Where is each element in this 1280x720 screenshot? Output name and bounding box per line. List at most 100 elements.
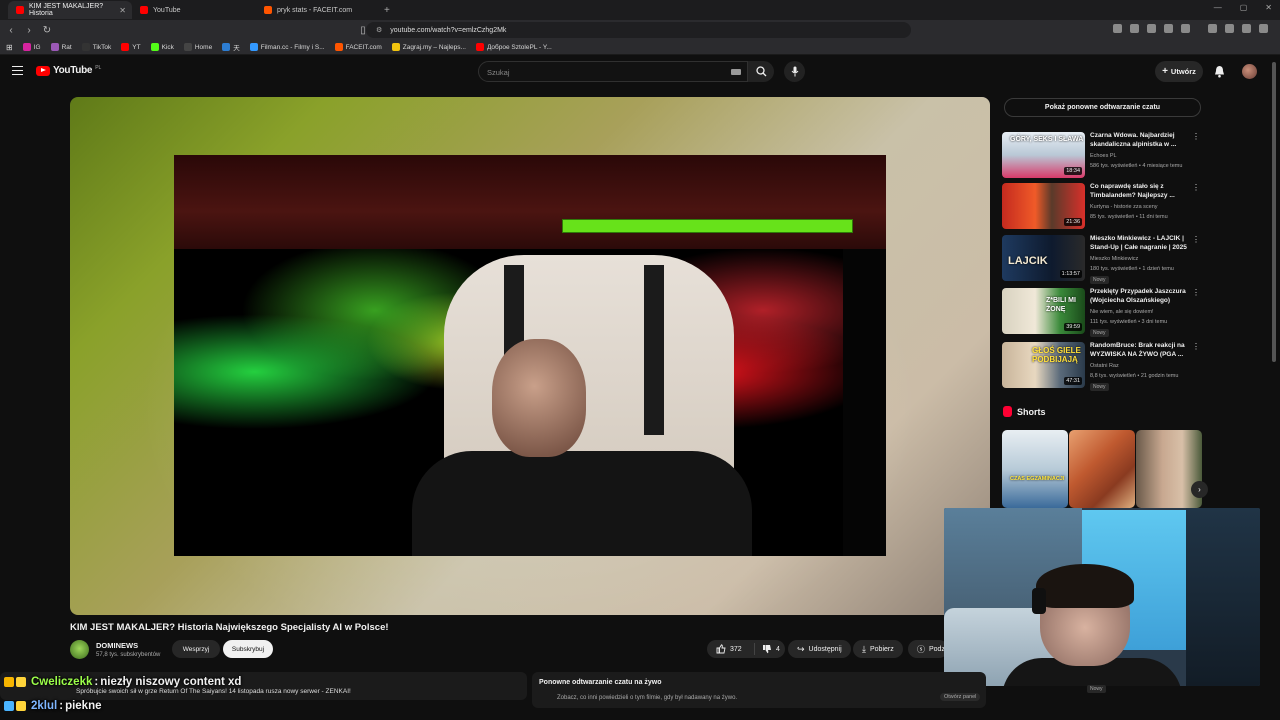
search-input[interactable]: Szukaj [478, 61, 748, 82]
close-tab-icon[interactable]: ✕ [119, 6, 126, 15]
minimize-icon[interactable]: — [1214, 3, 1222, 12]
maximize-icon[interactable]: ▢ [1240, 3, 1248, 12]
video-overlay-banner [562, 219, 853, 233]
more-options-icon[interactable]: ⋮ [1192, 183, 1200, 192]
subscribe-button[interactable]: Subskrybuj [223, 640, 273, 658]
bookmark-icon [183, 43, 192, 51]
support-button[interactable]: Wesprzyj [172, 640, 220, 658]
show-chat-replay-button[interactable]: Pokaż ponowne odtwarzanie czatu [1004, 98, 1201, 117]
short-thumbnail[interactable] [1136, 430, 1202, 508]
extension-icon[interactable] [1113, 24, 1122, 33]
bookmark-item[interactable]: Доброе SztolePL - Y... [475, 43, 552, 51]
site-info-icon[interactable]: ⚙ [376, 26, 382, 34]
short-thumbnail[interactable] [1069, 430, 1135, 508]
recommendation-channel[interactable]: Kurtyna - historie zza sceny [1090, 204, 1158, 210]
recommendation-channel[interactable]: Nie wiem, ale się dowiem! [1090, 309, 1154, 315]
apps-icon[interactable]: ⊞ [6, 43, 13, 52]
bookmark-label: Zagraj.my – Najleps... [402, 43, 466, 51]
video-thumbnail[interactable]: LAJCIK 1:13:57 [1002, 235, 1085, 281]
recommendation-item[interactable]: GŁOŚ GIELE PODBIJAJĄ 47:31 RandomBruce: … [1002, 342, 1202, 392]
bookmark-item[interactable]: Zagraj.my – Najleps... [391, 43, 466, 51]
address-field[interactable]: ⚙ youtube.com/watch?v=emlzCzhg2Mk [366, 22, 911, 38]
bookmark-item[interactable]: Rat [50, 43, 72, 51]
video-thumbnail[interactable]: GŁOŚ GIELE PODBIJAJĄ 47:31 [1002, 342, 1085, 388]
recommendation-channel[interactable]: Echoes PL [1090, 153, 1117, 159]
recommendation-title[interactable]: Mieszko Minkiewicz - LAJCIK | Stand-Up |… [1090, 235, 1195, 252]
like-button[interactable]: 372 [707, 643, 755, 655]
voice-search-button[interactable] [784, 61, 805, 82]
recommendation-item[interactable]: LAJCIK 1:13:57 Mieszko Minkiewicz - LAJC… [1002, 235, 1202, 285]
channel-name[interactable]: DOMINEWS [96, 641, 138, 650]
search-button[interactable] [748, 61, 774, 82]
recommendation-channel[interactable]: Ostatni Raz [1090, 363, 1119, 369]
video-thumbnail[interactable]: Z*BILI MI ŻONĘ 39:59 [1002, 288, 1085, 334]
recommendation-title[interactable]: Przeklęty Przypadek Jaszczura (Wojciecha… [1090, 288, 1195, 305]
diamond-badge-icon [4, 701, 14, 711]
shorts-next-button[interactable]: › [1191, 481, 1208, 498]
bookmark-item[interactable]: 天 [222, 42, 240, 52]
notifications-bell-icon[interactable] [1214, 65, 1225, 78]
forward-icon[interactable]: › [22, 25, 36, 36]
clip-button[interactable]: ⓢ Podzi [908, 640, 948, 658]
extension-icon[interactable] [1242, 24, 1251, 33]
video-frame[interactable] [174, 155, 886, 556]
share-button[interactable]: ↪ Udostępnij [788, 640, 851, 658]
bookmark-item[interactable]: Home [183, 43, 212, 51]
new-tab-icon[interactable]: + [384, 5, 390, 16]
video-thumbnail[interactable]: GÓRY, SEKS I SŁAWA 18:34 [1002, 132, 1085, 178]
menu-icon[interactable] [1259, 24, 1268, 33]
extension-icon[interactable] [1130, 24, 1139, 33]
bookmark-label: Kick [161, 43, 174, 51]
recommendation-channel[interactable]: Mieszko Minkiewicz [1090, 256, 1138, 262]
page-scrollbar[interactable] [1272, 62, 1276, 362]
browser-tab-faceit[interactable]: pryk stats - FACEIT.com [256, 1, 380, 19]
bookmark-item[interactable]: IG [22, 43, 41, 51]
stream-chat-message: 2klul : piekne [0, 700, 400, 712]
share-icon: ↪ [797, 643, 805, 654]
recommendation-item[interactable]: 21:36 Co naprawdę stało się z Timbalande… [1002, 183, 1202, 233]
bookmark-item[interactable]: Filman.cc - Filmy i S... [249, 43, 325, 51]
recommendation-title[interactable]: RandomBruce: Brak reakcji na WYZWISKA NA… [1090, 342, 1195, 359]
chat-message: piekne [65, 700, 102, 712]
more-options-icon[interactable]: ⋮ [1192, 288, 1200, 297]
hamburger-menu-icon[interactable] [12, 66, 23, 75]
bookmark-item[interactable]: Kick [150, 43, 174, 51]
short-thumbnail[interactable]: CZAS EGZAMINACJI [1002, 430, 1068, 508]
extension-icon[interactable] [1164, 24, 1173, 33]
tab-label: pryk stats - FACEIT.com [277, 6, 353, 14]
download-button[interactable]: ⤓ Pobierz [853, 640, 903, 658]
back-icon[interactable]: ‹ [4, 25, 18, 36]
recommendation-meta: 8,8 tys. wyświetleń • 21 godzin temu [1090, 373, 1179, 379]
more-options-icon[interactable]: ⋮ [1192, 235, 1200, 244]
extension-icon[interactable] [1181, 24, 1190, 33]
recommendation-title[interactable]: Czarna Wdowa. Najbardziej skandaliczna a… [1090, 132, 1195, 149]
close-window-icon[interactable]: ✕ [1265, 3, 1272, 12]
recommendation-item[interactable]: GÓRY, SEKS I SŁAWA 18:34 Czarna Wdowa. N… [1002, 132, 1202, 182]
bookmark-label: Доброе SztolePL - Y... [486, 43, 552, 51]
browser-tab-youtube[interactable]: YouTube [132, 1, 256, 19]
create-button[interactable]: + Utwórz [1155, 61, 1203, 82]
more-options-icon[interactable]: ⋮ [1192, 132, 1200, 141]
extension-icon[interactable] [1208, 24, 1217, 33]
extension-icon[interactable] [1147, 24, 1156, 33]
bookmark-item[interactable]: FACEIT.com [334, 43, 382, 51]
short-caption: CZAS EGZAMINACJI [1010, 476, 1065, 482]
open-panel-button[interactable]: Otwórz panel [940, 693, 981, 701]
bookmark-item[interactable]: YT [121, 43, 141, 51]
more-options-icon[interactable]: ⋮ [1192, 342, 1200, 351]
chat-separator: : [59, 700, 64, 712]
recommendation-title[interactable]: Co naprawdę stało się z Timbalandem? Naj… [1090, 183, 1195, 200]
bookmark-item[interactable]: TikTok [81, 43, 111, 51]
keyboard-icon[interactable] [731, 69, 741, 75]
recommendation-item[interactable]: Z*BILI MI ŻONĘ 39:59 Przeklęty Przypadek… [1002, 288, 1202, 338]
channel-avatar[interactable] [70, 640, 89, 659]
video-thumbnail[interactable]: 21:36 [1002, 183, 1085, 229]
user-avatar[interactable] [1242, 64, 1257, 79]
video-player[interactable] [70, 97, 990, 615]
reload-icon[interactable]: ↻ [40, 25, 54, 36]
youtube-logo[interactable]: YouTube PL [36, 65, 101, 76]
extension-icon[interactable] [1225, 24, 1234, 33]
chat-username: Cweliczekk [31, 676, 93, 688]
browser-tab-active[interactable]: KIM JEST MAKALJER? Historia ✕ [8, 1, 132, 19]
dislike-button[interactable]: 4 [755, 644, 780, 654]
